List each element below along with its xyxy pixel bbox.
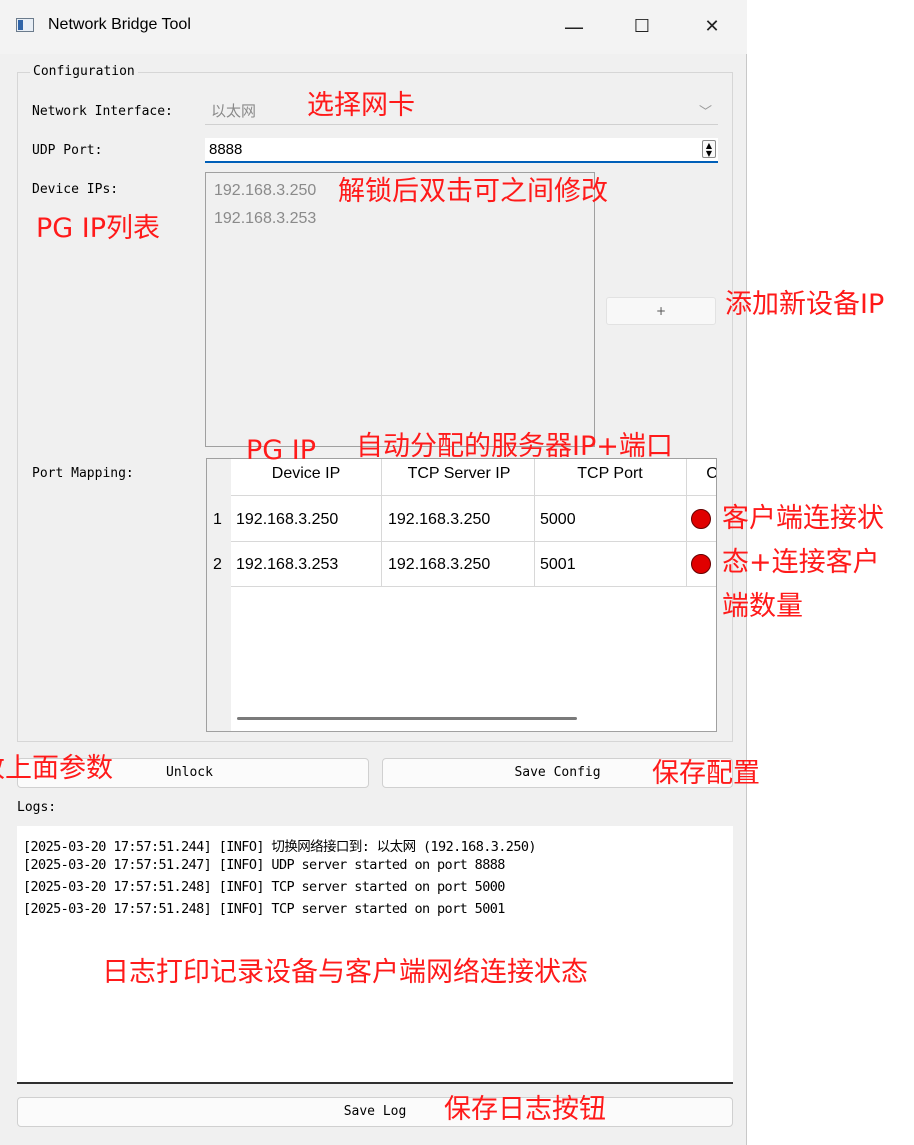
row-header — [207, 459, 231, 731]
network-interface-label: Network Interface: — [32, 104, 173, 119]
log-output[interactable]: [2025-03-20 17:57:51.244] [INFO] 切换网络接口到… — [17, 826, 733, 1084]
app-icon — [16, 18, 34, 32]
port-mapping-table[interactable]: 1 2 Device IP TCP Server IP TCP Port C 1… — [206, 458, 717, 732]
device-ips-label: Device IPs: — [32, 182, 119, 197]
annotation-edit-params: 改上面参数 — [0, 753, 113, 784]
close-button[interactable]: ✕ — [692, 10, 732, 44]
title-bar: Network Bridge Tool — ☐ ✕ — [0, 0, 747, 54]
table-cell-device-ip[interactable]: 192.168.3.250 — [236, 511, 338, 529]
annotation-client-status: 端数量 — [722, 591, 803, 622]
annotation-save-log: 保存日志按钮 — [444, 1094, 606, 1125]
list-item[interactable]: 192.168.3.250 — [214, 182, 316, 200]
table-cell-server-ip[interactable]: 192.168.3.250 — [388, 556, 490, 574]
configuration-group-title: Configuration — [30, 64, 138, 79]
annotation-unlock-edit: 解锁后双击可之间修改 — [338, 176, 608, 207]
annotation-log-desc: 日志打印记录设备与客户端网络连接状态 — [102, 957, 588, 988]
divider — [381, 459, 382, 587]
column-header-clients[interactable]: C — [687, 465, 716, 483]
annotation-save-config: 保存配置 — [652, 758, 760, 789]
divider — [231, 541, 716, 542]
udp-port-value: 8888 — [209, 141, 243, 158]
annotation-select-nic: 选择网卡 — [307, 90, 415, 121]
log-line: [2025-03-20 17:57:51.248] [INFO] TCP ser… — [23, 879, 505, 895]
annotation-auto-assign: 自动分配的服务器IP+端口 — [356, 431, 673, 462]
annotation-pg-ip: PG IP — [246, 435, 317, 466]
table-cell-server-ip[interactable]: 192.168.3.250 — [388, 511, 490, 529]
row-number: 1 — [213, 511, 222, 528]
network-interface-combo[interactable]: 以太网 ﹀ — [205, 95, 718, 125]
chevron-down-icon: ﹀ — [698, 105, 712, 120]
divider — [231, 586, 716, 587]
divider — [231, 495, 716, 496]
maximize-button[interactable]: ☐ — [622, 10, 662, 44]
log-line: [2025-03-20 17:57:51.244] [INFO] 切换网络接口到… — [23, 839, 537, 855]
column-header-server-ip[interactable]: TCP Server IP — [383, 465, 535, 483]
udp-port-label: UDP Port: — [32, 143, 103, 158]
table-cell-tcp-port[interactable]: 5001 — [540, 556, 576, 574]
annotation-add-device: 添加新设备IP — [725, 289, 885, 320]
network-interface-value: 以太网 — [211, 102, 257, 120]
table-cell-tcp-port[interactable]: 5000 — [540, 511, 576, 529]
window-title: Network Bridge Tool — [48, 16, 191, 33]
spin-updown-icon[interactable]: ▲ ▼ — [702, 140, 716, 158]
annotation-client-status: 客户端连接状 — [722, 503, 884, 534]
udp-port-spinbox[interactable]: 8888 ▲ ▼ — [205, 138, 718, 163]
log-line: [2025-03-20 17:57:51.247] [INFO] UDP ser… — [23, 857, 505, 873]
annotation-client-status: 态+连接客户 — [722, 547, 880, 578]
list-item[interactable]: 192.168.3.253 — [214, 210, 316, 228]
divider — [686, 459, 687, 587]
horizontal-scrollbar[interactable] — [237, 717, 577, 720]
status-led-icon — [691, 554, 711, 574]
log-line: [2025-03-20 17:57:51.248] [INFO] TCP ser… — [23, 901, 505, 917]
divider — [534, 459, 535, 587]
column-header-device-ip[interactable]: Device IP — [231, 465, 381, 483]
minimize-button[interactable]: — — [554, 10, 594, 44]
save-log-button[interactable]: Save Log — [17, 1097, 733, 1127]
table-cell-device-ip[interactable]: 192.168.3.253 — [236, 556, 338, 574]
logs-label: Logs: — [17, 800, 57, 815]
column-header-tcp-port[interactable]: TCP Port — [535, 465, 685, 483]
port-mapping-label: Port Mapping: — [32, 466, 134, 481]
device-ip-list[interactable]: 192.168.3.250 192.168.3.253 — [205, 172, 595, 447]
add-device-button[interactable]: + — [606, 297, 716, 325]
row-number: 2 — [213, 556, 222, 573]
status-led-icon — [691, 509, 711, 529]
annotation-pg-ip-list: PG IP列表 — [36, 213, 161, 244]
